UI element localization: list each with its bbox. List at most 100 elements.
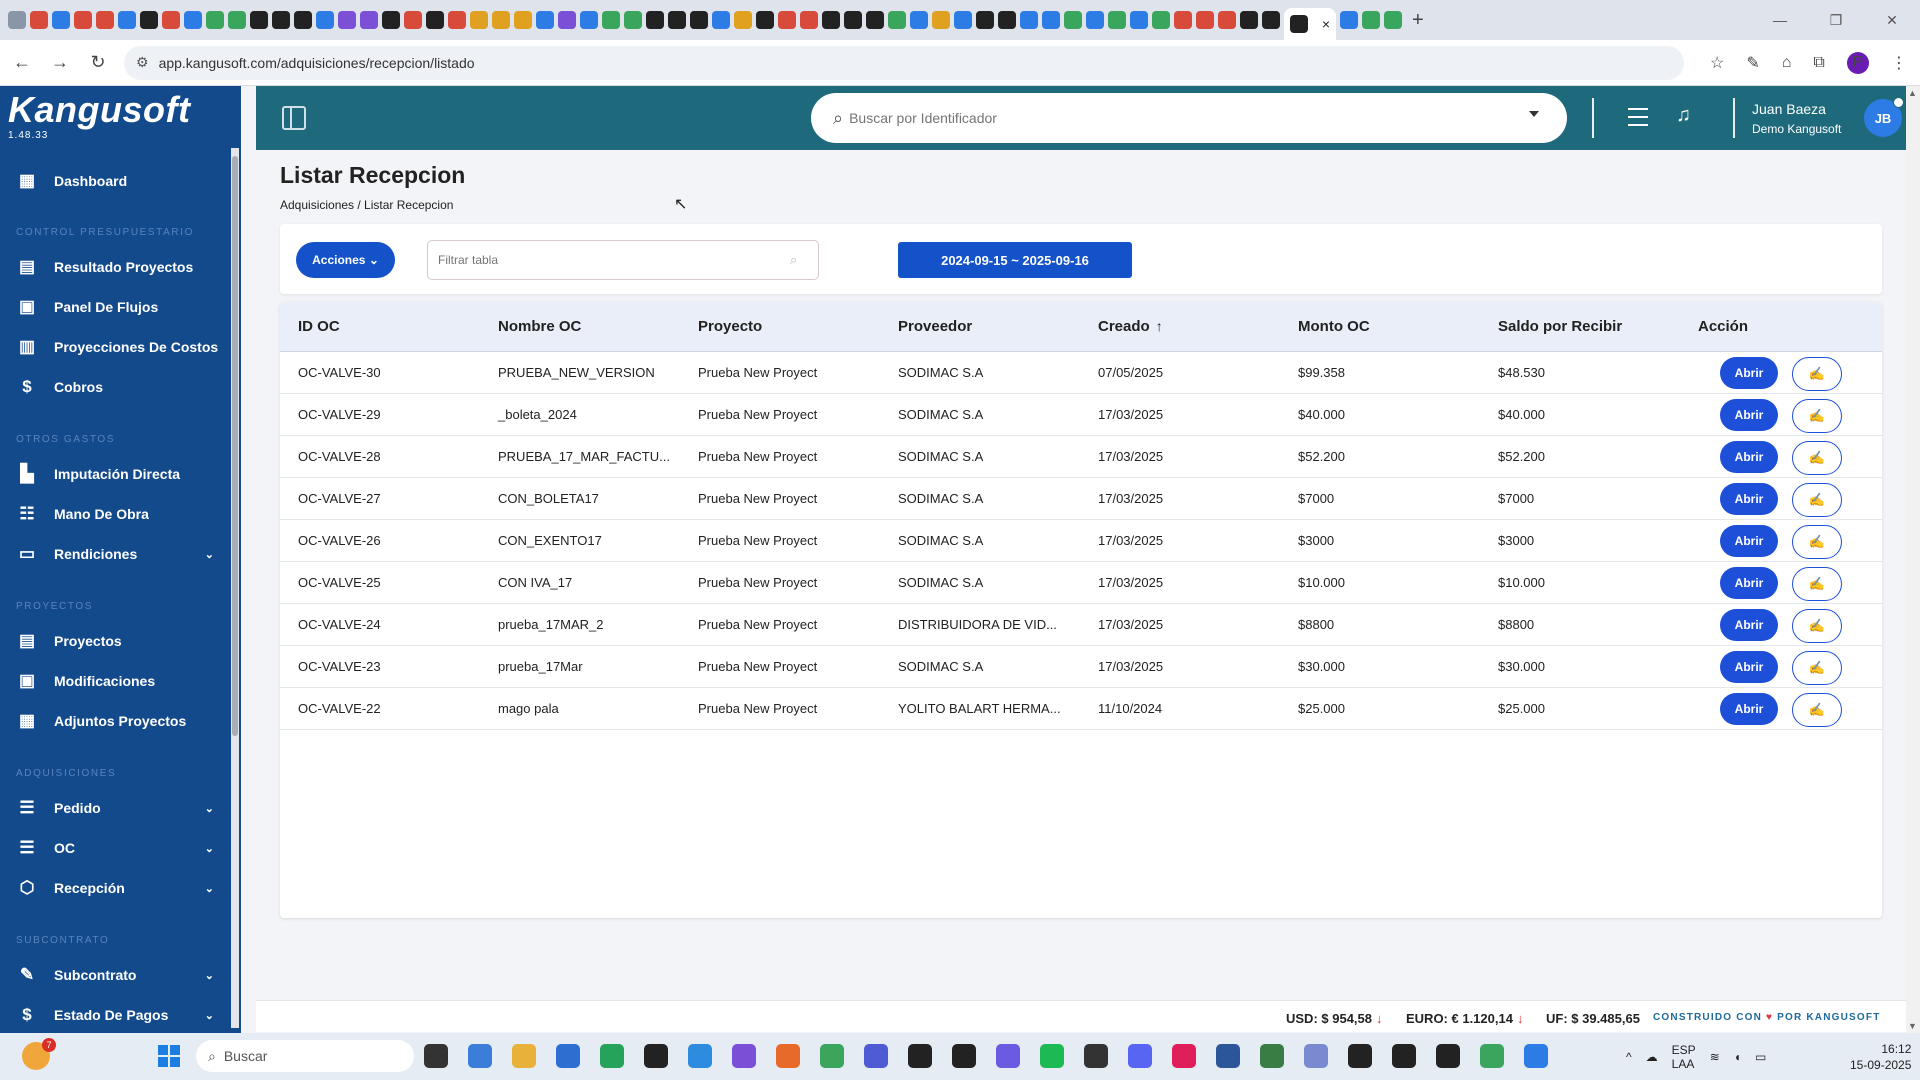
tab-favicon[interactable] [712, 11, 730, 29]
sidebar-item-adjuntos-proyectos[interactable]: ▦ Adjuntos Proyectos [0, 704, 232, 738]
close-window-icon[interactable]: ✕ [1864, 0, 1920, 40]
tab-favicon[interactable] [294, 11, 312, 29]
tab-favicon[interactable] [470, 11, 488, 29]
tab-favicon[interactable] [932, 11, 950, 29]
tab-favicon[interactable] [888, 11, 906, 29]
tab-favicon[interactable] [338, 11, 356, 29]
tab-favicon[interactable] [756, 11, 774, 29]
tab-favicon[interactable] [162, 11, 180, 29]
column-header-creado[interactable]: Creado ↑ [1098, 318, 1163, 335]
site-info-icon[interactable]: ⚙ [136, 54, 149, 71]
tab-favicon[interactable] [778, 11, 796, 29]
slack-icon[interactable] [1172, 1044, 1196, 1068]
tab-favicon[interactable] [382, 11, 400, 29]
sidebar-item-recepcion[interactable]: ⬡ Recepción ⌄ [0, 871, 232, 905]
sidebar-item-proyecciones-costos[interactable]: ▥ Proyecciones De Costos [0, 330, 232, 364]
tab-favicon[interactable] [52, 11, 70, 29]
tab-favicon[interactable] [1196, 11, 1214, 29]
user-name[interactable]: Juan Baeza [1752, 101, 1826, 117]
column-header-id-oc[interactable]: ID OC [298, 318, 340, 335]
app-icon[interactable] [1348, 1044, 1372, 1068]
app-icon[interactable] [864, 1044, 888, 1068]
restore-icon[interactable]: ❐ [1808, 0, 1864, 40]
breadcrumb[interactable]: Adquisiciones / Listar Recepcion [280, 198, 453, 212]
tab-favicon[interactable] [822, 11, 840, 29]
tab-favicon[interactable] [1108, 11, 1126, 29]
tab-list-icon[interactable] [8, 11, 26, 29]
store-icon[interactable] [556, 1044, 580, 1068]
app-icon[interactable] [732, 1044, 756, 1068]
figma-icon[interactable] [952, 1044, 976, 1068]
tab-favicon[interactable] [954, 11, 972, 29]
tab-favicon[interactable] [1240, 11, 1258, 29]
acciones-button[interactable]: Acciones ⌄ [296, 242, 395, 278]
sidebar-item-pedido[interactable]: ☰ Pedido ⌄ [0, 791, 232, 825]
tab-favicon[interactable] [580, 11, 598, 29]
bell-icon[interactable]: ♫ [1676, 104, 1691, 127]
tab-favicon[interactable] [602, 11, 620, 29]
scroll-down-icon[interactable]: ▼ [1908, 1021, 1917, 1031]
extension-icon[interactable]: ⌂ [1782, 54, 1792, 72]
sidebar-scroll-thumb[interactable] [232, 156, 238, 736]
signature-icon[interactable]: ✍ [1792, 693, 1842, 727]
puzzle-extensions-icon[interactable]: ⧉ [1813, 54, 1824, 72]
back-arrow-icon[interactable]: ← [6, 47, 38, 79]
battery-icon[interactable]: ▭ [1755, 1050, 1766, 1064]
tab-favicon[interactable] [668, 11, 686, 29]
abrir-button[interactable]: Abrir [1720, 441, 1778, 473]
windows-start-icon[interactable] [158, 1045, 180, 1067]
minimize-icon[interactable]: — [1752, 0, 1808, 40]
abrir-button[interactable]: Abrir [1720, 693, 1778, 725]
sidebar-item-cobros[interactable]: $ Cobros [0, 370, 232, 404]
language-indicator[interactable]: ESP LAA [1672, 1043, 1696, 1071]
adobe-xd-icon[interactable] [908, 1044, 932, 1068]
task-view-icon[interactable] [424, 1044, 448, 1068]
taskbar-search[interactable]: ⌕ Buscar [196, 1040, 414, 1072]
abrir-button[interactable]: Abrir [1720, 609, 1778, 641]
sidebar-item-proyectos[interactable]: ▤ Proyectos [0, 624, 232, 658]
forward-arrow-icon[interactable]: → [44, 47, 76, 79]
app-icon[interactable] [688, 1044, 712, 1068]
reload-icon[interactable]: ↻ [82, 47, 114, 79]
discord-icon[interactable] [1128, 1044, 1152, 1068]
signature-icon[interactable]: ✍ [1792, 441, 1842, 475]
sidebar-item-subcontrato[interactable]: ✎ Subcontrato ⌄ [0, 958, 232, 992]
tab-favicon[interactable] [976, 11, 994, 29]
sidebar-item-mano-obra[interactable]: ☷ Mano De Obra [0, 497, 232, 531]
tab-favicon[interactable] [74, 11, 92, 29]
tab-favicon[interactable] [734, 11, 752, 29]
chevron-up-icon[interactable]: ^ [1626, 1050, 1632, 1064]
tab-favicon[interactable] [1262, 11, 1280, 29]
tab-favicon[interactable] [1064, 11, 1082, 29]
sidebar-item-estado-pagos[interactable]: $ Estado De Pagos ⌄ [0, 998, 232, 1032]
kebab-menu-icon[interactable]: ⋮ [1891, 53, 1907, 73]
tab-favicon[interactable] [1042, 11, 1060, 29]
tab-favicon[interactable] [426, 11, 444, 29]
new-tab-button[interactable]: + [1412, 9, 1424, 32]
avatar[interactable]: JB [1864, 97, 1904, 137]
app-icon[interactable] [644, 1044, 668, 1068]
sidebar-item-panel-flujos[interactable]: ▣ Panel De Flujos [0, 290, 232, 324]
abrir-button[interactable]: Abrir [1720, 483, 1778, 515]
sidebar-scrollbar[interactable] [231, 148, 239, 1028]
column-header-saldo[interactable]: Saldo por Recibir [1498, 318, 1622, 335]
file-explorer-icon[interactable] [512, 1044, 536, 1068]
signature-icon[interactable]: ✍ [1792, 357, 1842, 391]
cmd-icon[interactable] [1392, 1044, 1416, 1068]
dropdown-caret-icon[interactable] [1529, 111, 1539, 117]
signature-icon[interactable]: ✍ [1792, 609, 1842, 643]
tab-favicon[interactable] [800, 11, 818, 29]
tab-favicon[interactable] [514, 11, 532, 29]
tab-favicon[interactable] [492, 11, 510, 29]
chrome-icon[interactable] [820, 1044, 844, 1068]
terminal-icon[interactable] [1084, 1044, 1108, 1068]
app-icon[interactable] [1436, 1044, 1460, 1068]
tab-favicon[interactable] [404, 11, 422, 29]
tab-favicon[interactable] [250, 11, 268, 29]
remote-desktop-icon[interactable] [1524, 1044, 1548, 1068]
whatsapp-icon[interactable] [600, 1044, 624, 1068]
tab-favicon[interactable] [866, 11, 884, 29]
active-tab[interactable]: × [1284, 8, 1336, 40]
chrome-profile-icon[interactable] [1480, 1044, 1504, 1068]
wifi-icon[interactable]: ≋ [1710, 1050, 1720, 1064]
